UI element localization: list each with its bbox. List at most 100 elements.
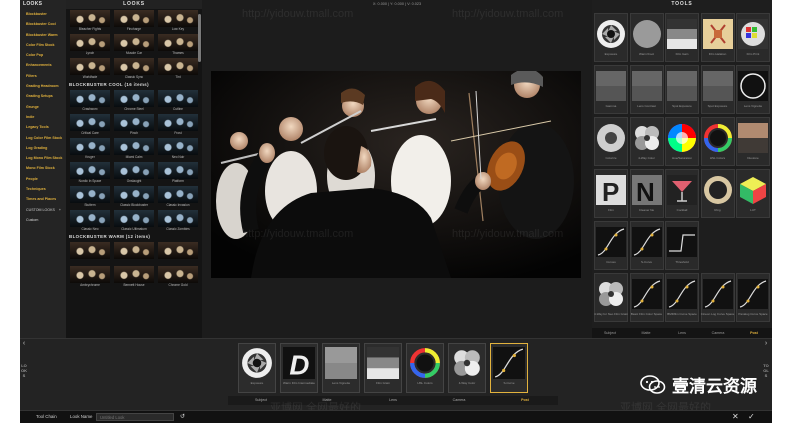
reset-icon[interactable]: ↺ (180, 412, 185, 422)
tool-tile[interactable]: BMDfilm Curve Space (665, 273, 699, 322)
look-thumbnail[interactable]: Bleacher Fights (69, 9, 111, 33)
tool-tile[interactable]: P Film (594, 169, 628, 218)
chain-tool[interactable]: S-Curve (490, 343, 528, 393)
tool-tile[interactable]: Cineon Log Curve Space (700, 273, 735, 322)
look-thumbnail[interactable]: Miami Calm (113, 137, 155, 161)
category-item[interactable]: People (20, 174, 66, 184)
look-thumbnail[interactable]: Classic Neo (69, 209, 111, 233)
category-item[interactable]: Indie (20, 112, 66, 122)
look-thumbnail[interactable]: Pinch (113, 113, 155, 137)
tool-chain-label[interactable]: Tool Chain (36, 414, 57, 419)
tool-tile[interactable]: Film Print (736, 13, 770, 62)
look-thumbnail[interactable]: Classic Blockbuster (113, 185, 155, 209)
look-thumbnail[interactable]: Tint (157, 57, 199, 81)
category-item[interactable]: Times and Places (20, 194, 66, 204)
tool-tile[interactable]: Lens Vignette (736, 65, 770, 114)
tool-tile[interactable]: Film Halation (700, 13, 735, 62)
add-custom-look-button[interactable]: + (59, 208, 61, 212)
tool-tile[interactable]: HSL Colors (700, 117, 735, 166)
look-thumbnail[interactable]: Critical Care (69, 113, 111, 137)
look-thumbnail[interactable]: Kruger (69, 137, 111, 161)
tool-tile[interactable]: 4-Way for Neo Film Grain (594, 273, 628, 322)
custom-look-item[interactable]: Custom (20, 215, 66, 225)
category-item[interactable]: Grading Setups (20, 91, 66, 101)
tool-tile[interactable]: Lens Contrast (629, 65, 664, 114)
look-thumbnail[interactable] (113, 241, 155, 265)
look-thumbnail[interactable]: Lynch (69, 33, 111, 57)
category-item[interactable]: Color Pop (20, 50, 66, 60)
look-thumbnail[interactable]: Crashworx (69, 89, 111, 113)
tool-tile[interactable]: Curves (594, 221, 628, 270)
tab-camera[interactable]: Camera (426, 396, 492, 405)
tool-tile[interactable]: Basic Film Color Space (629, 273, 664, 322)
tool-tile[interactable]: Panalog Curve Space (736, 273, 770, 322)
look-thumbnail[interactable]: Classic Sync (113, 57, 155, 81)
category-item[interactable]: Grading Headroom (20, 81, 66, 91)
look-thumbnail[interactable]: Platform (157, 161, 199, 185)
tool-tile[interactable]: Ring (700, 169, 735, 218)
look-thumbnail[interactable] (69, 241, 111, 265)
category-item[interactable]: Enhancements (20, 60, 66, 70)
category-item[interactable]: Techniques (20, 184, 66, 194)
look-thumbnail[interactable]: Worldfade (69, 57, 111, 81)
look-thumbnail[interactable]: Nordic In Space (69, 161, 111, 185)
category-item[interactable]: Log Grading (20, 143, 66, 153)
look-thumbnail[interactable]: Ambrychrome (69, 265, 111, 289)
category-item[interactable]: Filters (20, 71, 66, 81)
chain-tool[interactable]: Exposure (238, 343, 276, 393)
look-thumbnail[interactable]: Frost (157, 113, 199, 137)
category-item[interactable]: Blockbuster Warm (20, 30, 66, 40)
tab-post[interactable]: Post (492, 396, 558, 405)
tool-tile[interactable]: Film Gain (665, 13, 699, 62)
confirm-icon[interactable]: ✓ (748, 412, 755, 422)
collapse-left-icon[interactable]: ‹ (20, 340, 28, 347)
tool-tile[interactable]: Cocktail (665, 169, 699, 218)
tool-tile[interactable]: Spot Exposure (700, 65, 735, 114)
look-thumbnail[interactable]: Muscle Car (113, 33, 155, 57)
tool-tile[interactable]: N Cleaner Ne (629, 169, 664, 218)
chain-tool[interactable]: Film Grain (364, 343, 402, 393)
tab-post[interactable]: Post (736, 328, 772, 338)
look-thumbnail[interactable] (157, 241, 199, 265)
cancel-icon[interactable]: ✕ (732, 412, 739, 422)
category-item[interactable]: Log Color Film Stock (20, 133, 66, 143)
collapse-right-icon[interactable]: › (762, 340, 770, 347)
category-item[interactable]: Log Mono Film Stock (20, 153, 66, 163)
look-thumbnail[interactable]: Fincharge (113, 9, 155, 33)
chain-tool[interactable]: HSL Colors (406, 343, 444, 393)
look-thumbnail[interactable]: Onslaught (113, 161, 155, 185)
look-thumbnail[interactable]: Chrome Steel (113, 89, 155, 113)
category-item[interactable]: Grunge (20, 102, 66, 112)
look-thumbnail[interactable]: Stuttern (69, 185, 111, 209)
category-item[interactable]: Blockbuster Cool (20, 19, 66, 29)
look-thumbnail[interactable]: Classic Invasion (157, 185, 199, 209)
custom-looks-header[interactable]: CUSTOM LOOKS + (20, 205, 66, 215)
category-item[interactable]: Mono Film Stock (20, 163, 66, 173)
tab-lens[interactable]: Lens (360, 396, 426, 405)
tool-tile[interactable]: 4-Way Color (629, 117, 664, 166)
tool-tile[interactable]: Spot Exposure (665, 65, 699, 114)
tools-side-label[interactable]: TOOLS (762, 363, 770, 378)
look-thumbnail[interactable]: Low Key (157, 9, 199, 33)
chain-tool[interactable]: D Warm Film Intermediate (280, 343, 318, 393)
tab-subject[interactable]: Subject (592, 328, 628, 338)
look-thumbnail[interactable]: Bennett House (113, 265, 155, 289)
looks-side-label[interactable]: LOOKS (20, 363, 28, 378)
look-name-input[interactable] (96, 413, 174, 421)
look-thumbnail[interactable]: Classic Zombies (157, 209, 199, 233)
tab-lens[interactable]: Lens (664, 328, 700, 338)
tool-tile[interactable]: S-Curve (629, 221, 664, 270)
tool-tile[interactable]: Duotone (736, 117, 770, 166)
tool-tile[interactable]: Hue/Saturation (665, 117, 699, 166)
category-item[interactable]: Legacy Tools (20, 122, 66, 132)
chain-tool[interactable]: Lens Vignette (322, 343, 360, 393)
tool-tile[interactable]: Colorize (594, 117, 628, 166)
tab-matte[interactable]: Matte (628, 328, 664, 338)
tool-tile[interactable]: Threshold (665, 221, 699, 270)
tab-camera[interactable]: Camera (700, 328, 736, 338)
look-thumbnail[interactable]: Chrome Gold (157, 265, 199, 289)
tool-tile[interactable]: Gamma (594, 65, 628, 114)
category-item[interactable]: Color Film Stock (20, 40, 66, 50)
chain-tool[interactable]: 4-Way Color (448, 343, 486, 393)
look-thumbnail[interactable]: Cutline (157, 89, 199, 113)
